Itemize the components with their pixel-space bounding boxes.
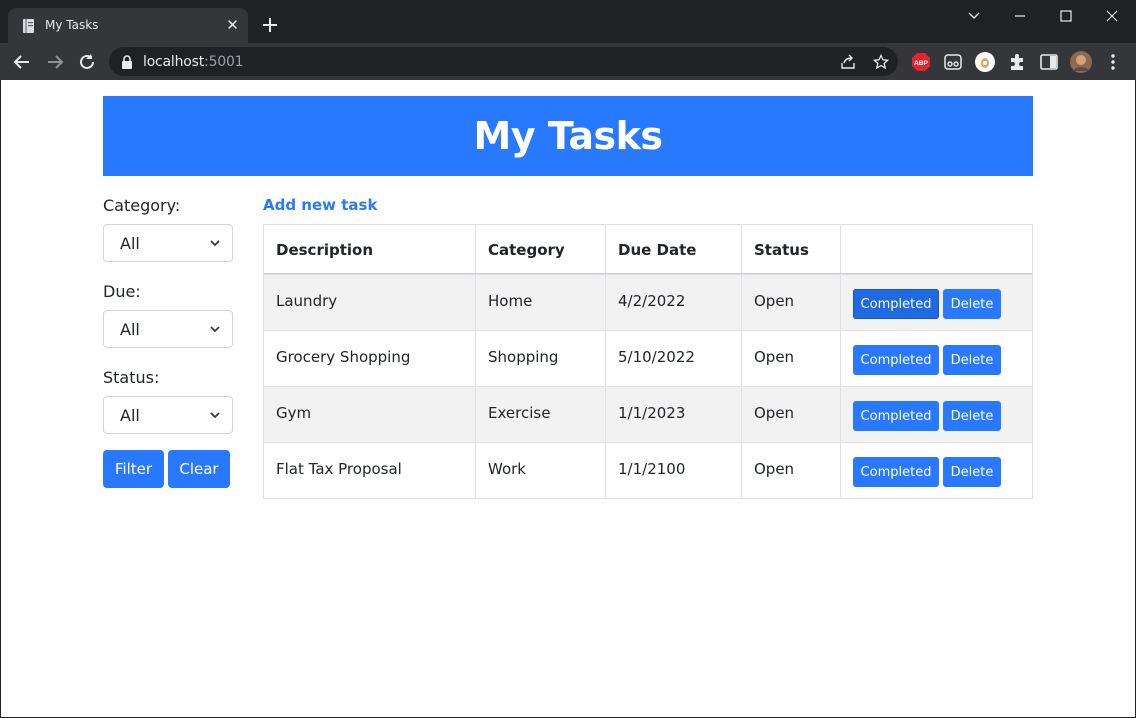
task-description: Laundry	[264, 275, 476, 330]
due-filter-value: All	[120, 320, 140, 339]
side-panel-icon[interactable]	[1038, 51, 1060, 73]
task-actions: Completed Delete	[841, 275, 1033, 330]
task-actions: Completed Delete	[841, 443, 1033, 498]
delete-button[interactable]: Delete	[943, 289, 1001, 319]
delete-button[interactable]: Delete	[943, 457, 1001, 487]
minimize-icon[interactable]	[997, 0, 1043, 32]
tasks-table: Description Category Due Date Status Lau…	[263, 224, 1033, 499]
browser-tab[interactable]: My Tasks ✕	[8, 8, 248, 43]
task-category: Home	[476, 275, 606, 330]
completed-button[interactable]: Completed	[853, 289, 939, 319]
task-category: Work	[476, 443, 606, 498]
page-favicon-icon	[23, 19, 34, 33]
table-row: Gym Exercise 1/1/2023 Open Completed Del…	[264, 386, 1032, 442]
browser-tabstrip: My Tasks ✕	[0, 0, 1136, 43]
task-description: Gym	[264, 387, 476, 442]
browser-toolbar: localhost:5001 ABP	[0, 43, 1136, 80]
category-filter-value: All	[120, 234, 140, 253]
url-text[interactable]: localhost:5001	[143, 54, 244, 70]
tab-search-icon[interactable]	[951, 0, 997, 32]
lock-icon[interactable]	[121, 55, 133, 69]
status-filter-value: All	[120, 406, 140, 425]
user-avatar[interactable]	[1070, 51, 1092, 73]
reader-extension-icon[interactable]	[942, 51, 964, 73]
new-tab-icon[interactable]	[260, 15, 280, 35]
task-description: Flat Tax Proposal	[264, 443, 476, 498]
due-filter-label: Due:	[103, 282, 141, 301]
category-filter-select[interactable]: All	[103, 224, 233, 262]
task-category: Shopping	[476, 331, 606, 386]
chevron-down-icon	[210, 240, 220, 247]
page-header: My Tasks	[103, 96, 1033, 176]
task-category: Exercise	[476, 387, 606, 442]
table-row: Flat Tax Proposal Work 1/1/2100 Open Com…	[264, 442, 1032, 498]
task-actions: Completed Delete	[841, 331, 1033, 386]
completed-button[interactable]: Completed	[853, 345, 939, 375]
tab-title: My Tasks	[45, 18, 99, 32]
close-window-icon[interactable]	[1089, 0, 1135, 32]
address-bar[interactable]: localhost:5001	[109, 47, 898, 76]
browser-menu-icon[interactable]	[1102, 51, 1124, 73]
svg-text:ABP: ABP	[914, 60, 928, 67]
task-due-date: 1/1/2023	[606, 387, 742, 442]
task-status: Open	[742, 387, 841, 442]
header-actions	[841, 225, 1033, 273]
task-description: Grocery Shopping	[264, 331, 476, 386]
task-status: Open	[742, 443, 841, 498]
completed-button[interactable]: Completed	[853, 457, 939, 487]
task-due-date: 4/2/2022	[606, 275, 742, 330]
delete-button[interactable]: Delete	[943, 345, 1001, 375]
profile-extension-icon[interactable]	[974, 51, 996, 73]
chevron-down-icon	[210, 412, 220, 419]
category-filter-label: Category:	[103, 196, 181, 215]
adblock-extension-icon[interactable]: ABP	[910, 51, 932, 73]
due-filter-select[interactable]: All	[103, 310, 233, 348]
header-description: Description	[264, 225, 476, 273]
forward-icon[interactable]	[42, 49, 68, 75]
clear-button[interactable]: Clear	[168, 450, 230, 488]
page-title: My Tasks	[473, 114, 664, 158]
reload-icon[interactable]	[74, 49, 100, 75]
task-status: Open	[742, 275, 841, 330]
add-new-task-link[interactable]: Add new task	[263, 196, 377, 214]
share-icon[interactable]	[838, 52, 858, 72]
task-actions: Completed Delete	[841, 387, 1033, 442]
header-due-date: Due Date	[606, 225, 742, 273]
table-row: Grocery Shopping Shopping 5/10/2022 Open…	[264, 330, 1032, 386]
table-header-row: Description Category Due Date Status	[264, 225, 1032, 274]
header-category: Category	[476, 225, 606, 273]
task-due-date: 1/1/2100	[606, 443, 742, 498]
extensions-puzzle-icon[interactable]	[1006, 51, 1028, 73]
task-status: Open	[742, 331, 841, 386]
status-filter-label: Status:	[103, 368, 160, 387]
back-icon[interactable]	[9, 49, 35, 75]
chevron-down-icon	[210, 326, 220, 333]
maximize-icon[interactable]	[1043, 0, 1089, 32]
header-status: Status	[742, 225, 841, 273]
task-due-date: 5/10/2022	[606, 331, 742, 386]
completed-button[interactable]: Completed	[853, 401, 939, 431]
filter-button[interactable]: Filter	[103, 450, 164, 488]
bookmark-star-icon[interactable]	[871, 52, 891, 72]
delete-button[interactable]: Delete	[943, 401, 1001, 431]
status-filter-select[interactable]: All	[103, 396, 233, 434]
tab-close-icon[interactable]: ✕	[224, 17, 241, 34]
table-row: Laundry Home 4/2/2022 Open Completed Del…	[264, 274, 1032, 330]
page-viewport: My Tasks Category: All Due: All Status: …	[1, 80, 1135, 717]
